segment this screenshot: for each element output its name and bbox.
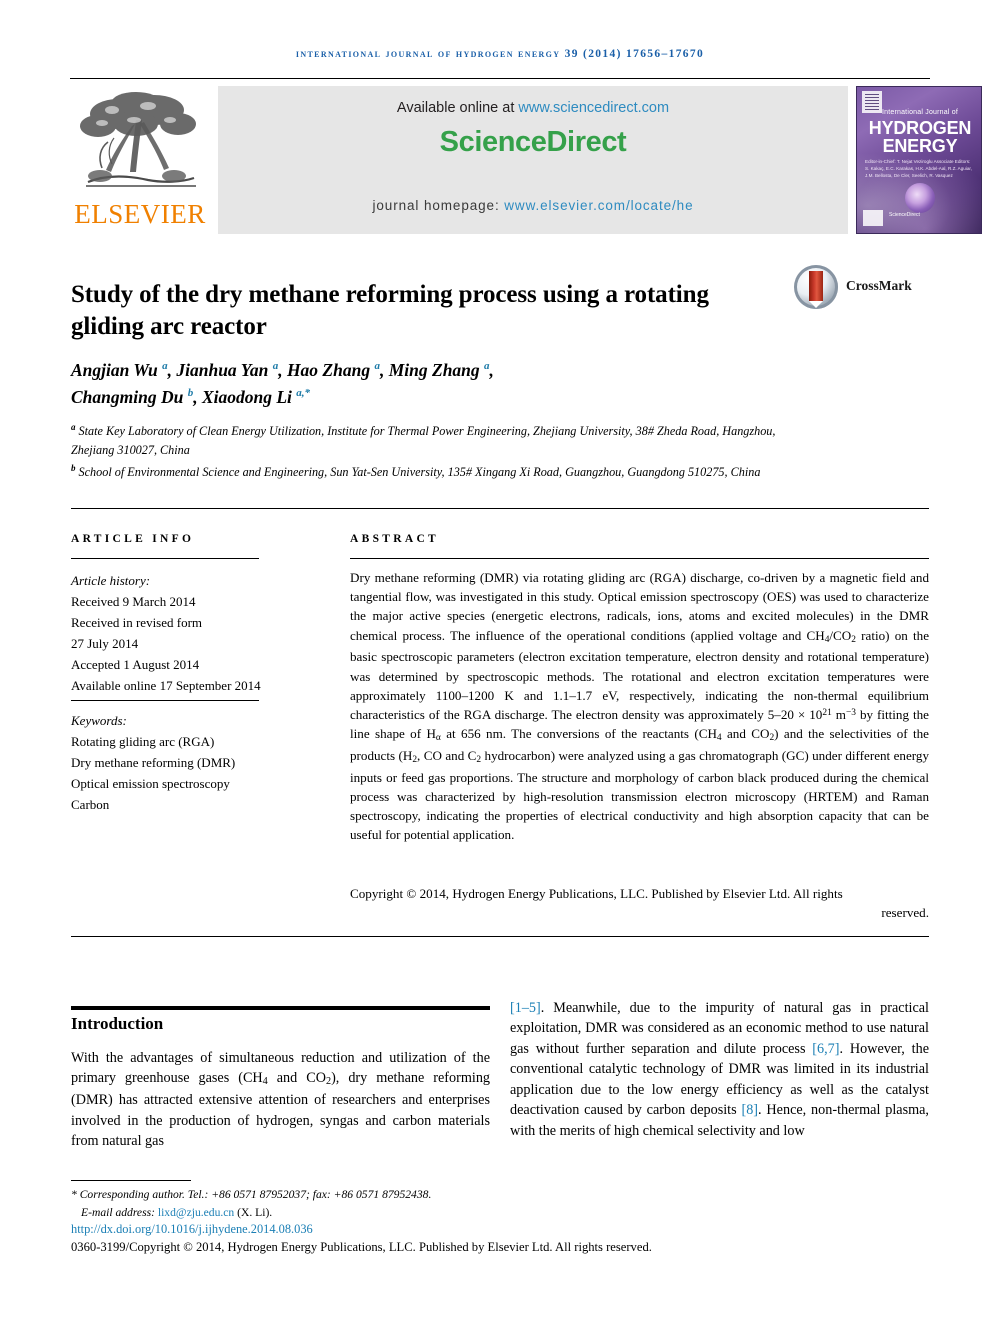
affiliation-item: a State Key Laboratory of Clean Energy U…	[71, 420, 801, 461]
cover-editors-text: Editor-in-Chief: T. Nejat Veziroglu Asso…	[865, 159, 972, 178]
author-name: Changming Du	[71, 386, 188, 407]
keywords-block: Keywords: Rotating gliding arc (RGA) Dry m…	[71, 710, 311, 815]
body-column-left: With the advantages of simultaneous redu…	[71, 1050, 491, 1150]
email-owner: (X. Li).	[234, 1205, 273, 1219]
body-column-right: [1–5]. Meanwhile, due to the impurity of…	[510, 1000, 929, 1139]
keyword-item: Carbon	[71, 797, 110, 813]
reference-link[interactable]: [6,7]	[812, 1041, 839, 1057]
keyword-item: Rotating gliding arc (RGA)	[71, 734, 215, 750]
email-link[interactable]: lixd@zju.edu.cn	[158, 1206, 234, 1219]
cover-footer: ScienceDirect	[863, 210, 977, 228]
running-head: International Journal of Hydrogen Energy…	[295, 48, 705, 60]
corresponding-author-note: * Corresponding author. Tel.: +86 0571 8…	[71, 1188, 432, 1201]
article-history-item: Received 9 March 2014	[71, 594, 196, 610]
section-rule	[71, 1006, 490, 1010]
email-label: E-mail address:	[81, 1205, 158, 1219]
affiliation-text: School of Environmental Science and Engi…	[75, 464, 761, 479]
article-history-item: Received in revised form	[71, 615, 203, 631]
keywords-rule	[71, 700, 259, 701]
copyright-text: Copyright © 2014, Hydrogen Energy Public…	[350, 886, 843, 901]
affiliation-list: a State Key Laboratory of Clean Energy U…	[71, 420, 801, 482]
cover-sciencedirect-label: ScienceDirect	[889, 212, 920, 218]
article-history-item: Accepted 1 August 2014	[71, 657, 200, 673]
article-history-item: 27 July 2014	[71, 636, 139, 652]
crossmark-badge[interactable]: CrossMark	[794, 265, 919, 311]
affiliation-text: State Key Laboratory of Clean Energy Uti…	[71, 424, 776, 458]
article-history-item: Available online 17 September 2014	[71, 678, 261, 694]
section-title-introduction: Introduction	[71, 1014, 164, 1033]
abstract-heading: ABSTRACT	[350, 533, 440, 545]
copyright-reserved: reserved.	[881, 905, 929, 921]
header-rule	[70, 78, 930, 79]
author-name: Jianhua Yan	[176, 360, 273, 380]
affiliation-item: b School of Environmental Science and En…	[71, 461, 801, 482]
cover-journal-title-line2: ENERGY	[882, 136, 958, 156]
sciencedirect-logo[interactable]: ScienceDirect	[218, 126, 848, 159]
elsevier-wordmark: ELSEVIER	[74, 199, 206, 229]
abstract-copyright: Copyright © 2014, Hydrogen Energy Public…	[350, 884, 929, 922]
author-separator: ,	[489, 360, 494, 380]
journal-cover-thumbnail: International Journal of HYDROGEN ENERGY…	[856, 86, 982, 234]
article-info-rule	[71, 558, 259, 559]
author-name: Hao Zhang	[286, 360, 375, 380]
article-info-heading: ARTICLE INFO	[71, 533, 195, 545]
issn-copyright-line: 0360-3199/Copyright © 2014, Hydrogen Ene…	[71, 1240, 652, 1254]
author-separator: ,	[379, 360, 389, 380]
reference-link[interactable]: [1–5]	[510, 1000, 541, 1016]
elsevier-tree-icon	[80, 92, 196, 187]
available-online-text: Available online at	[396, 100, 519, 116]
author-name: Angjian Wu	[71, 360, 163, 380]
abstract-text: Dry methane reforming (DMR) via rotating…	[350, 568, 929, 845]
sciencedirect-link[interactable]: www.sciencedirect.com	[518, 100, 669, 116]
footnote-block: * Corresponding author. Tel.: +86 0571 8…	[71, 1186, 501, 1222]
crossmark-ribbon-icon	[809, 271, 823, 308]
author-list: Angjian Wu a, Jianhua Yan a, Hao Zhang a…	[71, 357, 791, 411]
keyword-item: Dry methane reforming (DMR)	[71, 755, 236, 771]
article-history-label: Article history:	[71, 573, 151, 588]
crossmark-label: CrossMark	[846, 278, 912, 293]
keyword-item: Optical emission spectroscopy	[71, 776, 230, 792]
masthead: ELSEVIER Available online at www.science…	[70, 86, 982, 236]
available-online-line: Available online at www.sciencedirect.co…	[218, 100, 848, 116]
author-affiliation-mark: a,*	[296, 386, 311, 399]
cover-ihe-logo-icon	[863, 210, 883, 226]
author-name: Xiaodong Li	[201, 386, 297, 407]
sciencedirect-band: Available online at www.sciencedirect.co…	[218, 86, 848, 234]
journal-homepage-label: journal homepage:	[372, 198, 505, 213]
email-line: E-mail address: lixd@zju.edu.cn (X. Li).	[71, 1204, 501, 1222]
abstract-rule	[350, 558, 929, 559]
journal-homepage-line: journal homepage: www.elsevier.com/locat…	[218, 198, 848, 213]
cover-journal-kicker: International Journal of	[881, 109, 958, 116]
article-history: Article history: Received 9 March 2014 Rec…	[71, 570, 301, 696]
doi-link[interactable]: http://dx.doi.org/10.1016/j.ijhydene.201…	[71, 1222, 691, 1237]
article-page: International Journal of Hydrogen Energy…	[0, 0, 992, 1323]
crossmark-circle-icon	[794, 265, 838, 309]
page-title: Study of the dry methane reforming proce…	[71, 280, 709, 341]
author-name: Ming Zhang	[388, 360, 485, 380]
abstract-bottom-rule	[71, 936, 929, 937]
elsevier-logo: ELSEVIER	[70, 86, 210, 236]
cover-orb-graphic	[905, 183, 935, 213]
reference-link[interactable]: [8]	[741, 1102, 758, 1118]
info-top-rule	[71, 508, 929, 509]
author-separator: ,	[278, 360, 287, 380]
keywords-label: Keywords:	[71, 713, 127, 728]
footnote-rule	[71, 1180, 191, 1181]
abstract-paragraph: Dry methane reforming (DMR) via rotating…	[350, 570, 930, 843]
journal-homepage-link[interactable]: www.elsevier.com/locate/he	[504, 198, 693, 213]
author-separator: ,	[193, 386, 202, 407]
